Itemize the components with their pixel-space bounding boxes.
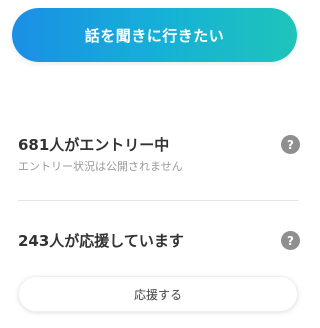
help-icon[interactable]: ?	[281, 231, 300, 250]
entry-privacy-note: エントリー状況は公開されません	[18, 160, 183, 173]
support-button[interactable]: 応援する	[18, 276, 298, 312]
entry-count-label: 681人がエントリー中	[18, 136, 170, 154]
divider	[18, 200, 298, 201]
support-stats: 243人が応援しています ?	[18, 230, 300, 251]
support-stats-row: 243人が応援しています ?	[18, 230, 300, 251]
cta-container: 話を聞きに行きたい	[12, 8, 297, 62]
support-count-label: 243人が応援しています	[18, 232, 184, 250]
want-to-visit-button[interactable]: 話を聞きに行きたい	[12, 8, 297, 62]
entry-stats-row: 681人がエントリー中 ?	[18, 134, 300, 155]
help-icon[interactable]: ?	[281, 135, 300, 154]
entry-stats: 681人がエントリー中 ? エントリー状況は公開されません	[18, 134, 300, 174]
